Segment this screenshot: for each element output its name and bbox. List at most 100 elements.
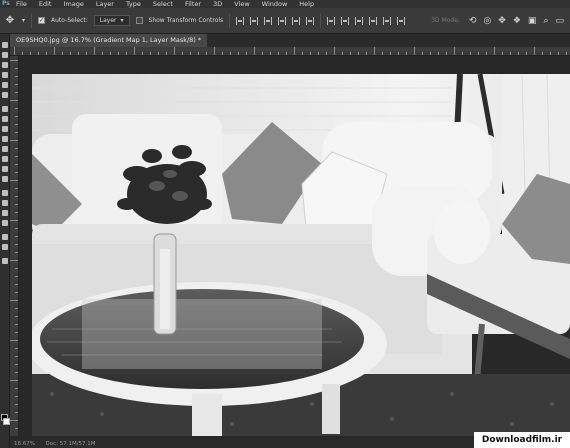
history-brush-tool-icon[interactable] xyxy=(2,136,8,142)
slide-3d-icon[interactable]: ❖ xyxy=(513,16,521,26)
menu-3d[interactable]: 3D xyxy=(207,0,228,8)
ruler-tick xyxy=(318,52,319,55)
healing-brush-tool-icon[interactable] xyxy=(2,106,8,112)
ruler-tick xyxy=(15,164,18,165)
ruler-tick xyxy=(310,52,311,55)
distribute-bottom-icon[interactable] xyxy=(355,16,364,25)
drag-3d-icon[interactable]: ✥ xyxy=(498,16,506,26)
distribute-left-icon[interactable] xyxy=(369,16,378,25)
ruler-tick xyxy=(94,47,95,55)
ruler-tick xyxy=(15,324,18,325)
show-transform-checkbox[interactable] xyxy=(135,17,143,24)
document-workspace xyxy=(19,56,570,436)
auto-select-checkbox[interactable]: ✓ xyxy=(38,17,46,24)
ruler-tick xyxy=(78,52,79,55)
ruler-tick xyxy=(15,148,18,149)
menu-edit[interactable]: Edit xyxy=(33,0,58,8)
auto-select-target-value: Layer xyxy=(99,17,117,24)
vertical-ruler[interactable] xyxy=(10,56,19,436)
ruler-tick xyxy=(206,52,207,55)
background-color-swatch[interactable] xyxy=(3,418,10,425)
blur-tool-icon[interactable] xyxy=(2,166,8,172)
zoom-tool-icon[interactable] xyxy=(2,244,8,250)
ruler-tick xyxy=(10,420,18,421)
align-horizontal-center-icon[interactable] xyxy=(292,16,301,25)
ruler-tick xyxy=(182,52,183,55)
rotate-3d-icon[interactable]: ⟲ xyxy=(469,16,477,26)
ruler-tick xyxy=(150,52,151,55)
ruler-tick xyxy=(326,52,327,55)
ruler-tick xyxy=(142,52,143,55)
crop-tool-icon[interactable] xyxy=(2,82,8,88)
scale-3d-icon[interactable]: ▣ xyxy=(528,16,537,26)
zoom-level[interactable]: 16.67% xyxy=(14,441,35,447)
align-vertical-center-icon[interactable] xyxy=(250,16,259,25)
ruler-tick xyxy=(15,244,18,245)
path-selection-tool-icon[interactable] xyxy=(2,210,8,216)
brush-tool-icon[interactable] xyxy=(2,116,8,122)
distribute-right-icon[interactable] xyxy=(397,16,406,25)
tool-preset-arrow-icon[interactable]: ▾ xyxy=(22,17,25,24)
ruler-tick xyxy=(342,52,343,55)
ruler-tick xyxy=(10,60,18,61)
ruler-tick xyxy=(110,52,111,55)
dodge-tool-icon[interactable] xyxy=(2,176,8,182)
document-tab[interactable]: OE9SHQ0.jpg @ 16.7% (Gradient Map 1, Lay… xyxy=(10,34,208,47)
align-right-icon[interactable] xyxy=(306,16,315,25)
ruler-tick xyxy=(86,52,87,55)
edit-toolbar-icon[interactable] xyxy=(2,258,8,264)
pen-tool-icon[interactable] xyxy=(2,190,8,196)
workspace-icon[interactable]: ▭ xyxy=(555,16,564,26)
auto-select-target-dropdown[interactable]: Layer ▾ xyxy=(93,15,130,26)
marquee-tool-icon[interactable] xyxy=(2,52,8,58)
auto-select-label: Auto-Select: xyxy=(51,17,88,24)
ruler-tick xyxy=(15,308,18,309)
move-tool-icon[interactable] xyxy=(2,42,8,48)
menu-window[interactable]: Window xyxy=(256,0,294,8)
ruler-tick xyxy=(15,316,18,317)
menu-image[interactable]: Image xyxy=(57,0,89,8)
ruler-tick xyxy=(422,52,423,55)
menu-help[interactable]: Help xyxy=(293,0,320,8)
move-tool-icon[interactable]: ✥ xyxy=(4,15,16,27)
lasso-tool-icon[interactable] xyxy=(2,62,8,68)
menu-view[interactable]: View xyxy=(228,0,255,8)
ruler-tick xyxy=(390,52,391,55)
quick-select-tool-icon[interactable] xyxy=(2,72,8,78)
roll-3d-icon[interactable]: ◎ xyxy=(483,16,491,26)
distribute-top-icon[interactable] xyxy=(327,16,336,25)
clone-stamp-tool-icon[interactable] xyxy=(2,126,8,132)
document-canvas[interactable] xyxy=(32,74,570,436)
horizontal-ruler[interactable] xyxy=(10,47,570,56)
align-left-icon[interactable] xyxy=(278,16,287,25)
ruler-tick xyxy=(15,68,18,69)
menu-layer[interactable]: Layer xyxy=(90,0,120,8)
eraser-tool-icon[interactable] xyxy=(2,146,8,152)
rectangle-tool-icon[interactable] xyxy=(2,220,8,226)
hand-tool-icon[interactable] xyxy=(2,234,8,240)
type-tool-icon[interactable] xyxy=(2,200,8,206)
align-top-icon[interactable] xyxy=(236,16,245,25)
ruler-tick xyxy=(302,52,303,55)
ruler-tick xyxy=(430,52,431,55)
ruler-tick xyxy=(550,52,551,55)
search-icon[interactable]: ⌕ xyxy=(543,16,548,26)
distribute-middle-icon[interactable] xyxy=(383,16,392,25)
ruler-tick xyxy=(102,52,103,55)
ruler-tick xyxy=(366,52,367,55)
menu-filter[interactable]: Filter xyxy=(179,0,207,8)
ruler-tick xyxy=(214,47,215,55)
ruler-tick xyxy=(15,116,18,117)
ruler-tick xyxy=(454,47,455,55)
menu-type[interactable]: Type xyxy=(120,0,147,8)
ruler-tick xyxy=(222,52,223,55)
distribute-center-icon[interactable] xyxy=(341,16,350,25)
menu-select[interactable]: Select xyxy=(147,0,179,8)
eyedropper-tool-icon[interactable] xyxy=(2,92,8,98)
gradient-tool-icon[interactable] xyxy=(2,156,8,162)
menu-file[interactable]: File xyxy=(10,0,33,8)
ruler-tick xyxy=(15,412,18,413)
align-bottom-icon[interactable] xyxy=(264,16,273,25)
ruler-tick xyxy=(262,52,263,55)
ruler-tick xyxy=(15,396,18,397)
